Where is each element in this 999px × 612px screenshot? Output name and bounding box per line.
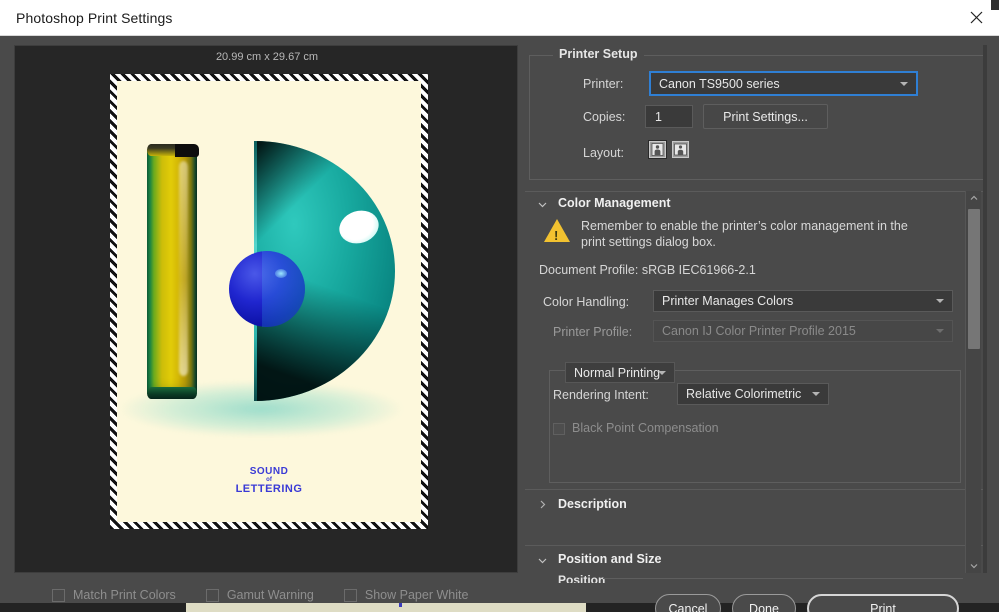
preview-paper-frame: SOUND of LETTERING [110, 74, 428, 529]
settings-scrollbar[interactable] [965, 191, 981, 573]
chevron-down-icon[interactable] [966, 559, 982, 573]
background-canvas-sliver [186, 603, 586, 612]
scroll-down-glyph [970, 564, 978, 569]
rendering-intent-value: Relative Colorimetric [686, 387, 802, 401]
dialog-actions: Cancel Done Print [655, 594, 959, 612]
show-paper-white-checkbox[interactable] [343, 588, 357, 602]
artwork-bar-bottom-cap [147, 387, 197, 399]
print-settings-button-label: Print Settings... [723, 109, 808, 124]
color-management-warning-text: Remember to enable the printer’s color m… [581, 219, 908, 249]
show-paper-white-label: Show Paper White [364, 588, 469, 602]
position-subsection-title: Position [558, 573, 606, 583]
cancel-button-label: Cancel [668, 601, 708, 612]
description-section[interactable]: Description [525, 489, 987, 533]
landscape-orientation-icon[interactable] [672, 141, 689, 158]
preview-dimensions-label: 20.99 cm x 29.67 cm [215, 51, 319, 63]
print-settings-button[interactable]: Print Settings... [703, 104, 828, 129]
show-paper-white-option[interactable]: Show Paper White [343, 588, 469, 602]
match-print-colors-option[interactable]: Match Print Colors [52, 588, 176, 602]
printing-mode-value: Normal Printing [574, 365, 661, 380]
chevron-up-icon[interactable] [966, 191, 982, 205]
print-button-label: Print [870, 601, 896, 612]
color-handling-select[interactable]: Printer Manages Colors [653, 290, 953, 312]
artwork-signature: SOUND of LETTERING [117, 466, 421, 495]
document-profile-text: Document Profile: sRGB IEC61966-2.1 [539, 263, 756, 277]
printer-profile-label: Printer Profile: [553, 325, 633, 339]
printer-setup-title: Printer Setup [553, 47, 644, 61]
scrollbar-thumb[interactable] [968, 209, 980, 349]
chevron-down-icon[interactable] [537, 555, 547, 565]
color-management-section: Color Management ! Remember to enable th… [525, 191, 987, 483]
copies-value: 1 [655, 109, 662, 124]
color-handling-value: Printer Manages Colors [662, 294, 794, 308]
printing-mode-select[interactable]: Normal Printing [565, 362, 675, 383]
position-subsection-rule [603, 578, 963, 579]
black-point-compensation-label: Black Point Compensation [572, 421, 719, 435]
layout-label: Layout: [583, 146, 625, 160]
print-settings-dialog: Photoshop Print Settings 20.99 cm x 29.6… [0, 0, 999, 612]
signature-line-2: LETTERING [235, 483, 303, 495]
position-and-size-title: Position and Size [558, 552, 662, 566]
chevron-right-icon[interactable] [537, 499, 547, 509]
warning-exclamation-glyph: ! [554, 228, 559, 243]
description-title: Description [558, 497, 627, 511]
print-preview-pane[interactable]: 20.99 cm x 29.67 cm SOUND of LETTERING [14, 45, 518, 573]
artwork-bar-highlight [179, 161, 188, 376]
portrait-orientation-icon[interactable] [649, 141, 666, 158]
copies-input[interactable]: 1 [645, 105, 693, 128]
printer-profile-value: Canon IJ Color Printer Profile 2015 [662, 324, 856, 338]
done-button[interactable]: Done [732, 594, 796, 612]
match-print-colors-label: Match Print Colors [73, 588, 176, 602]
chevron-down-icon [936, 299, 944, 303]
scroll-up-glyph [970, 195, 978, 200]
chevron-down-glyph [538, 202, 547, 208]
settings-panel: Printer Setup Printer: Canon TS9500 seri… [525, 45, 987, 583]
panel-right-edge [983, 45, 987, 573]
printer-select[interactable]: Canon TS9500 series [649, 71, 918, 96]
cancel-button[interactable]: Cancel [655, 594, 721, 612]
window-titlebar: Photoshop Print Settings [0, 0, 999, 36]
position-and-size-section[interactable]: Position and Size Position [525, 545, 987, 589]
color-management-header[interactable]: Color Management [525, 192, 987, 218]
rendering-intent-label: Rendering Intent: [553, 388, 649, 402]
portrait-orientation-glyph [651, 143, 664, 156]
printer-select-value: Canon TS9500 series [659, 76, 780, 91]
artwork-bar-top-shade [175, 144, 199, 157]
copies-label: Copies: [583, 110, 626, 124]
print-button[interactable]: Print [807, 594, 959, 612]
chevron-down-icon[interactable] [537, 199, 547, 209]
artwork-yellow-bar [147, 144, 197, 399]
preview-options-group: Match Print Colors Gamut Warning Show Pa… [52, 588, 468, 602]
signature-line-1: SOUND [249, 466, 289, 477]
chevron-down-icon [658, 370, 666, 375]
chevron-down-icon [900, 81, 908, 86]
gamut-warning-checkbox[interactable] [205, 588, 219, 602]
color-handling-label: Color Handling: [543, 295, 630, 309]
artwork-sphere-specular [275, 269, 287, 278]
black-point-compensation-checkbox [553, 423, 565, 435]
gamut-warning-option[interactable]: Gamut Warning [205, 588, 314, 602]
color-management-title: Color Management [558, 196, 671, 210]
dialog-body: 20.99 cm x 29.67 cm SOUND of LETTERING M… [0, 36, 999, 612]
rendering-intent-select[interactable]: Relative Colorimetric [677, 383, 829, 405]
titlebar-corner-accent [991, 0, 999, 10]
printer-label: Printer: [583, 77, 624, 91]
preview-artwork: SOUND of LETTERING [117, 81, 421, 522]
chevron-right-glyph [540, 500, 546, 509]
landscape-orientation-glyph [674, 143, 687, 156]
gamut-warning-label: Gamut Warning [226, 588, 314, 602]
chevron-down-icon [812, 392, 820, 396]
chevron-down-icon [936, 329, 944, 333]
match-print-colors-checkbox[interactable] [52, 588, 65, 602]
done-button-label: Done [749, 601, 779, 612]
close-icon-glyph [970, 11, 982, 24]
chevron-down-glyph [538, 558, 547, 564]
window-title: Photoshop Print Settings [16, 10, 173, 26]
printer-profile-select: Canon IJ Color Printer Profile 2015 [653, 320, 953, 342]
background-canvas-marker [399, 603, 402, 607]
